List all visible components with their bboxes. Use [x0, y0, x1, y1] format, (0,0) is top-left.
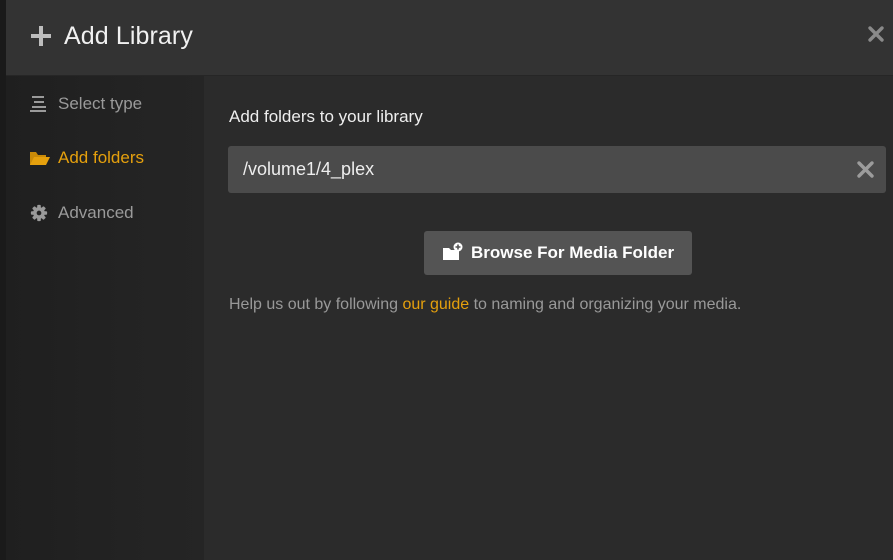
guide-link[interactable]: our guide [402, 296, 469, 313]
help-text: Help us out by following our guide to na… [229, 294, 741, 316]
folder-open-icon [29, 149, 50, 167]
sidebar-item-label: Advanced [58, 203, 134, 222]
close-icon[interactable] [866, 24, 886, 44]
gear-icon [29, 204, 49, 222]
list-icon [29, 95, 49, 113]
sidebar-item-select-type[interactable]: Select type [6, 85, 204, 125]
sidebar-item-add-folders[interactable]: Add folders [6, 139, 204, 179]
browse-media-folder-button[interactable]: Browse For Media Folder [424, 231, 692, 275]
help-text-before: Help us out by following [229, 296, 403, 313]
main-content: Add folders to your library Browse For M… [204, 76, 893, 560]
clear-path-icon[interactable] [856, 160, 875, 179]
folder-path-input[interactable] [228, 146, 838, 193]
sidebar-item-advanced[interactable]: Advanced [6, 194, 204, 234]
plus-icon [30, 25, 52, 47]
add-library-modal: Add Library Select type Add folders Adva… [6, 0, 893, 560]
sidebar-item-label: Add folders [58, 148, 144, 167]
help-text-after: to naming and organizing your media. [469, 296, 742, 313]
folder-add-icon [442, 242, 464, 262]
folder-path-field [228, 146, 886, 193]
section-title: Add folders to your library [229, 107, 423, 126]
browse-button-label: Browse For Media Folder [471, 243, 675, 262]
modal-title: Add Library [64, 22, 193, 50]
sidebar-item-label: Select type [58, 94, 143, 113]
modal-header: Add Library [6, 0, 893, 76]
sidebar: Select type Add folders Advanced [6, 76, 204, 560]
